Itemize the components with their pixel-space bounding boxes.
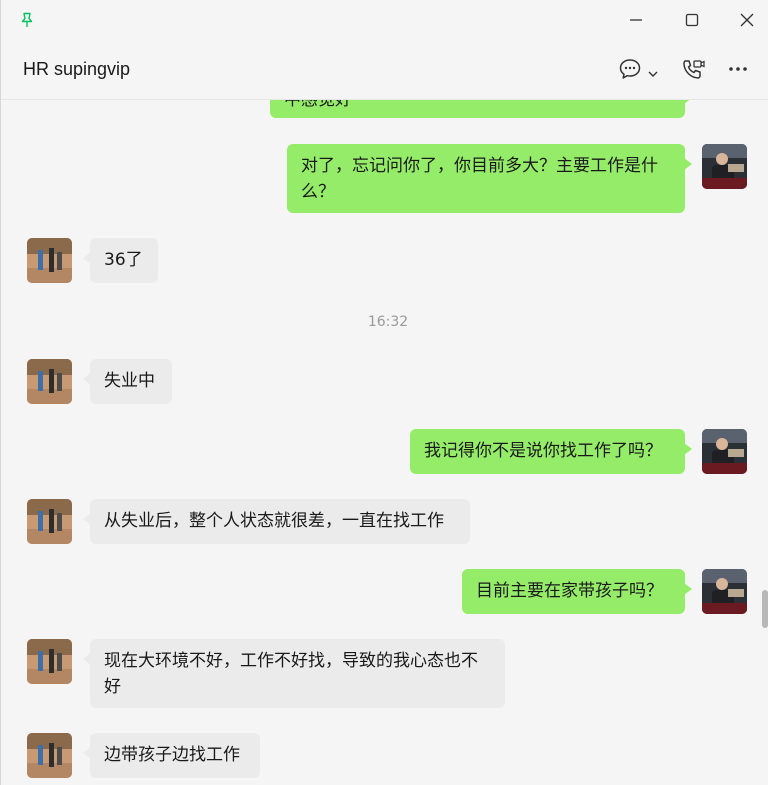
message-bubble-incoming[interactable]: 36了: [83, 238, 158, 283]
self-avatar[interactable]: [702, 429, 747, 474]
message-bubble-incoming[interactable]: 现在大环境不好，工作不好找，导致的我心态也不好: [83, 639, 505, 708]
message-bubble-outgoing[interactable]: 我记得你不是说你找工作了吗？: [410, 429, 692, 474]
message-text: 边带孩子边找工作: [104, 745, 240, 765]
message-text: 失业中: [104, 371, 155, 391]
message-text: 中感觉好: [284, 100, 352, 110]
close-icon[interactable]: [738, 11, 756, 29]
contact-avatar[interactable]: [27, 639, 72, 684]
message-text: 36了: [104, 250, 143, 270]
message-bubble-incoming[interactable]: 边带孩子边找工作: [83, 733, 260, 778]
message-bubble-incoming[interactable]: 失业中: [83, 359, 172, 404]
phone-video-icon[interactable]: [681, 58, 705, 80]
message-bubble-outgoing[interactable]: 中感觉好: [270, 100, 692, 118]
scrollbar-thumb[interactable]: [762, 590, 768, 628]
minimize-icon[interactable]: [627, 11, 645, 29]
chat-header: HR supingvip: [1, 40, 768, 100]
chat-title: HR supingvip: [23, 59, 131, 79]
message-bubble-outgoing[interactable]: 目前主要在家带孩子吗？: [462, 569, 692, 614]
pin-icon[interactable]: [19, 12, 35, 28]
contact-avatar[interactable]: [27, 499, 72, 544]
title-bar: [1, 0, 768, 40]
more-dots-icon[interactable]: [727, 58, 749, 80]
self-avatar[interactable]: [702, 569, 747, 614]
maximize-icon[interactable]: [683, 11, 701, 29]
chat-window: HR supingvip 中感觉好 对了，忘记问你了，你目前多大？主要工作是什么…: [0, 0, 768, 785]
message-text: 现在大环境不好，工作不好找，导致的我心态也不好: [104, 651, 478, 697]
message-bubble-incoming[interactable]: 从失业后，整个人状态就很差，一直在找工作: [83, 499, 470, 544]
message-bubble-outgoing[interactable]: 对了，忘记问你了，你目前多大？主要工作是什么？: [287, 144, 692, 213]
message-timestamp: 16:32: [367, 314, 409, 330]
message-text: 对了，忘记问你了，你目前多大？主要工作是什么？: [301, 156, 658, 202]
message-text: 目前主要在家带孩子吗？: [476, 581, 663, 601]
chat-bubble-icon[interactable]: [618, 58, 642, 80]
self-avatar[interactable]: [702, 144, 747, 189]
message-text: 从失业后，整个人状态就很差，一直在找工作: [104, 511, 444, 531]
message-list[interactable]: 中感觉好 对了，忘记问你了，你目前多大？主要工作是什么？ 36了 16:32 失…: [1, 100, 768, 785]
message-text: 我记得你不是说你找工作了吗？: [424, 441, 662, 461]
contact-avatar[interactable]: [27, 238, 72, 283]
chevron-down-icon[interactable]: [647, 64, 659, 86]
contact-avatar[interactable]: [27, 733, 72, 778]
contact-avatar[interactable]: [27, 359, 72, 404]
